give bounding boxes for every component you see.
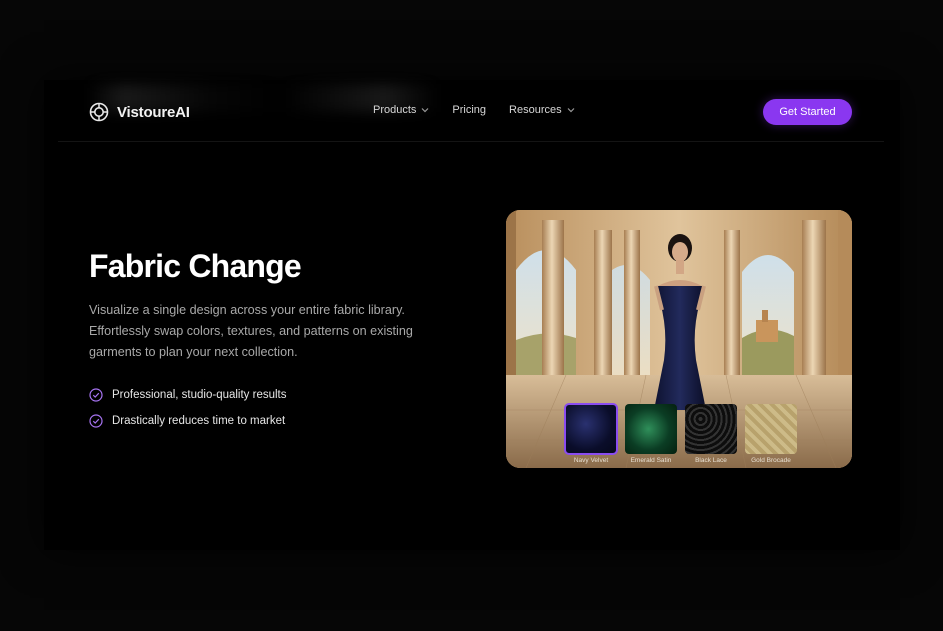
chevron-down-icon bbox=[567, 108, 575, 113]
swatch-label: Black Lace bbox=[695, 457, 727, 464]
main-menu: Products Pricing Resources bbox=[373, 104, 598, 116]
check-circle-icon bbox=[89, 413, 103, 428]
chevron-down-icon bbox=[421, 108, 429, 113]
feature-label: Drastically reduces time to market bbox=[112, 414, 286, 427]
feature-label: Professional, studio-quality results bbox=[112, 388, 287, 401]
fabric-swatch-strip: Navy Velvet Emerald Satin Black Lace Gol… bbox=[564, 403, 797, 464]
feature-item: Drastically reduces time to market bbox=[89, 413, 287, 428]
page-title: Fabric Change bbox=[89, 248, 302, 284]
swatch-image-navy-velvet bbox=[564, 403, 618, 455]
nav-item-resources[interactable]: Resources bbox=[509, 104, 575, 116]
nav-item-label: Resources bbox=[509, 104, 562, 116]
brand-logo[interactable]: VistoureAI bbox=[89, 101, 190, 123]
check-circle-icon bbox=[89, 387, 103, 402]
get-started-button[interactable]: Get Started bbox=[763, 99, 852, 125]
hero-description: Visualize a single design across your en… bbox=[89, 303, 413, 359]
swatch-label: Emerald Satin bbox=[630, 457, 672, 464]
nav-item-pricing[interactable]: Pricing bbox=[452, 104, 486, 116]
swatch-image-black-lace bbox=[685, 404, 737, 454]
fabric-swatch[interactable]: Black Lace bbox=[685, 404, 737, 464]
swatch-image-emerald-satin bbox=[625, 404, 677, 454]
fabric-swatch[interactable]: Navy Velvet bbox=[564, 403, 618, 464]
swatch-image-gold-brocade bbox=[745, 404, 797, 454]
nav-item-label: Products bbox=[373, 104, 417, 116]
swatch-label: Navy Velvet bbox=[573, 457, 609, 464]
nav-item-products[interactable]: Products bbox=[373, 104, 429, 116]
fabric-swatch[interactable]: Emerald Satin bbox=[625, 404, 677, 464]
feature-item: Professional, studio-quality results bbox=[89, 387, 287, 402]
feature-list: Professional, studio-quality results Dra… bbox=[89, 387, 287, 439]
brand-name: VistoureAI bbox=[117, 103, 190, 121]
swatch-label: Gold Brocade bbox=[751, 457, 791, 464]
aperture-icon bbox=[89, 102, 109, 122]
nav-item-label: Pricing bbox=[452, 104, 487, 116]
fabric-swatch[interactable]: Gold Brocade bbox=[745, 404, 797, 464]
